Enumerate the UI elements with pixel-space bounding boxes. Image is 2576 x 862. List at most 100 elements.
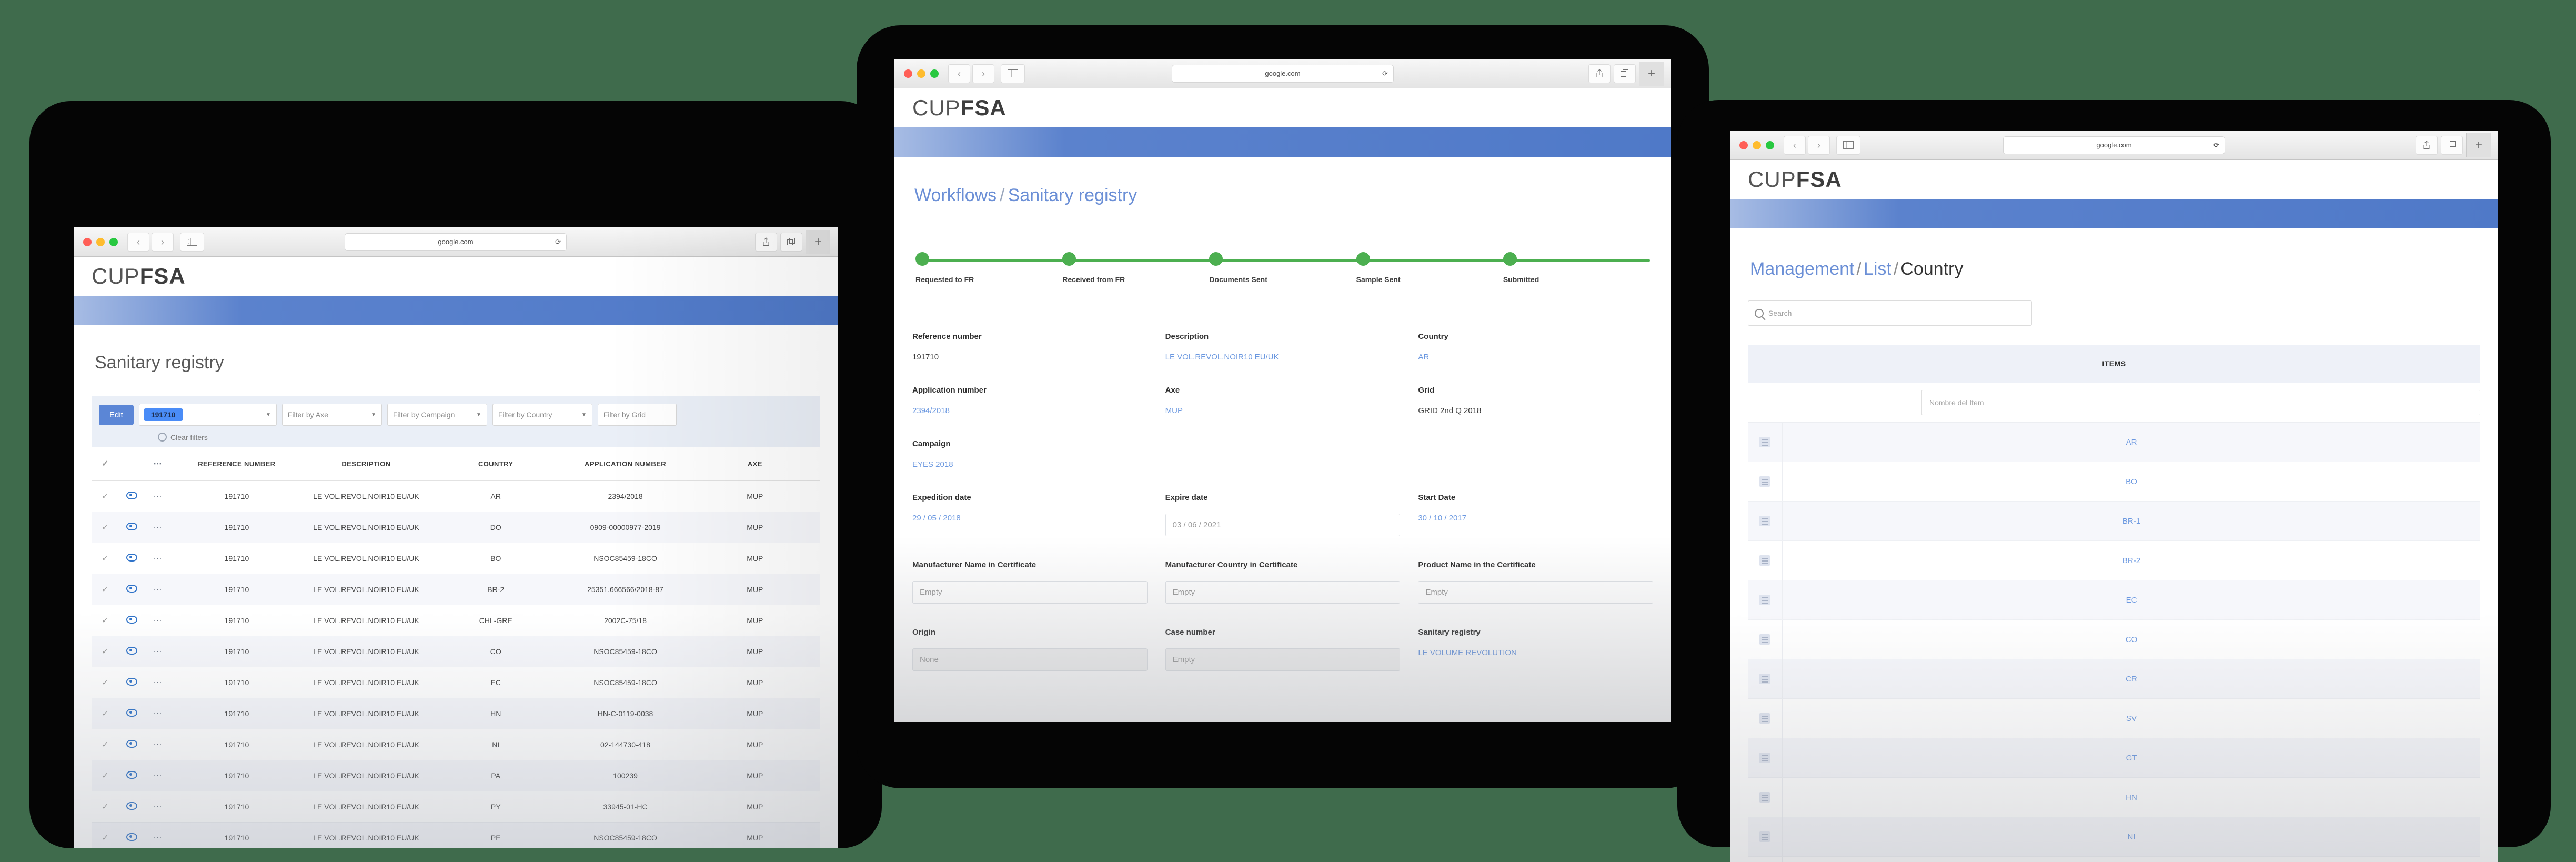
list-item[interactable]: GT (1748, 738, 2480, 778)
row-view-icon[interactable] (119, 636, 144, 667)
row-view-icon[interactable] (119, 605, 144, 636)
table-row[interactable]: ✓ ⋯ 191710 LE VOL.REVOL.NOIR10 EU/UK BO NSOC8… (92, 543, 820, 574)
field-value[interactable]: Empty (1165, 648, 1401, 671)
list-item-label[interactable]: BR-1 (1783, 517, 2480, 526)
maximize-window-icon[interactable] (1766, 141, 1774, 149)
brand-logo[interactable]: CUPFSA (912, 95, 1007, 121)
breadcrumb-workflows[interactable]: Workflows (914, 185, 997, 205)
workflow-step[interactable]: Documents Sent (1209, 252, 1356, 284)
filter-by-campaign[interactable]: Filter by Campaign ▼ (387, 404, 487, 426)
minimize-window-icon[interactable] (96, 237, 105, 246)
table-row[interactable]: ✓ ⋯ 191710 LE VOL.REVOL.NOIR10 EU/UK EC NSOC8… (92, 667, 820, 698)
header-select-icon[interactable]: ✓ (92, 447, 119, 481)
list-item-label[interactable]: CR (1783, 675, 2480, 684)
row-view-icon[interactable] (119, 698, 144, 729)
column-reference-number[interactable]: REFERENCE NUMBER (172, 447, 301, 481)
list-item-label[interactable]: BO (1783, 477, 2480, 486)
edit-button[interactable]: Edit (99, 404, 134, 425)
field-value[interactable]: Empty (912, 581, 1148, 604)
workflow-step[interactable]: Sample Sent (1356, 252, 1503, 284)
field-value[interactable]: 03 / 06 / 2021 (1165, 514, 1401, 536)
row-menu-icon[interactable]: ⋯ (144, 729, 172, 760)
list-item[interactable]: BO (1748, 462, 2480, 502)
row-select-checkbox[interactable]: ✓ (92, 543, 119, 574)
back-icon[interactable]: ‹ (948, 64, 970, 83)
maximize-window-icon[interactable] (109, 237, 118, 246)
breadcrumb-management[interactable]: Management (1750, 259, 1854, 279)
drag-handle-icon[interactable] (1759, 634, 1770, 645)
list-item[interactable]: SV (1748, 699, 2480, 738)
table-row[interactable]: ✓ ⋯ 191710 LE VOL.REVOL.NOIR10 EU/UK NI 02-14… (92, 729, 820, 760)
reload-icon[interactable]: ⟳ (1382, 69, 1388, 78)
row-view-icon[interactable] (119, 667, 144, 698)
drag-handle-icon[interactable] (1759, 792, 1770, 803)
header-actions[interactable]: ⋯ (144, 447, 172, 481)
table-row[interactable]: ✓ ⋯ 191710 LE VOL.REVOL.NOIR10 EU/UK HN HN-C-… (92, 698, 820, 729)
clear-filters-button[interactable]: Clear filters (158, 433, 812, 442)
field-value[interactable]: LE VOL.REVOL.NOIR10 EU/UK (1165, 353, 1401, 362)
maximize-window-icon[interactable] (930, 69, 939, 78)
minimize-window-icon[interactable] (1753, 141, 1761, 149)
list-item-label[interactable]: EC (1783, 596, 2480, 605)
close-window-icon[interactable] (83, 237, 92, 246)
field-value[interactable]: 2394/2018 (912, 406, 1148, 415)
drag-handle-icon[interactable] (1759, 831, 1770, 842)
tabs-overview-icon[interactable] (1614, 64, 1636, 83)
address-bar[interactable]: google.com ⟳ (345, 233, 567, 251)
list-item[interactable]: NI (1748, 817, 2480, 857)
window-traffic-lights[interactable] (904, 69, 939, 78)
drag-handle-cell[interactable] (1748, 753, 1782, 763)
row-menu-icon[interactable]: ⋯ (144, 543, 172, 574)
drag-handle-icon[interactable] (1759, 674, 1770, 684)
drag-handle-icon[interactable] (1759, 753, 1770, 763)
list-item-label[interactable]: AR (1783, 438, 2480, 447)
forward-icon[interactable]: › (1808, 135, 1830, 155)
list-item[interactable]: EC (1748, 580, 2480, 620)
field-value[interactable]: Empty (1165, 581, 1401, 604)
row-select-checkbox[interactable]: ✓ (92, 605, 119, 636)
filter-by-grid[interactable]: Filter by Grid (597, 404, 677, 426)
brand-logo[interactable]: CUPFSA (1748, 167, 1842, 192)
row-select-checkbox[interactable]: ✓ (92, 822, 119, 848)
selected-chip[interactable]: 191710 (143, 408, 183, 421)
field-value[interactable]: Empty (1418, 581, 1653, 604)
chevron-down-icon[interactable]: ▼ (371, 412, 376, 418)
list-item[interactable]: PA (1748, 857, 2480, 862)
row-select-checkbox[interactable]: ✓ (92, 574, 119, 605)
row-select-checkbox[interactable]: ✓ (92, 791, 119, 823)
new-tab-button[interactable]: + (2466, 133, 2491, 157)
drag-handle-icon[interactable] (1759, 555, 1770, 566)
list-item-label[interactable]: CO (1783, 635, 2480, 644)
row-menu-icon[interactable]: ⋯ (144, 698, 172, 729)
nav-buttons[interactable]: ‹ › (127, 232, 174, 252)
drag-handle-cell[interactable] (1748, 595, 1782, 605)
row-view-icon[interactable] (119, 543, 144, 574)
row-menu-icon[interactable]: ⋯ (144, 791, 172, 823)
navigation-bar-center[interactable] (894, 127, 1671, 157)
list-item[interactable]: AR (1748, 423, 2480, 462)
chevron-down-icon[interactable]: ▼ (266, 412, 271, 418)
row-menu-icon[interactable]: ⋯ (144, 512, 172, 543)
row-view-icon[interactable] (119, 512, 144, 543)
list-item[interactable]: CO (1748, 620, 2480, 659)
drag-handle-icon[interactable] (1759, 476, 1770, 487)
close-window-icon[interactable] (904, 69, 912, 78)
drag-handle-icon[interactable] (1759, 437, 1770, 447)
drag-handle-icon[interactable] (1759, 595, 1770, 605)
drag-handle-icon[interactable] (1759, 516, 1770, 526)
field-value[interactable]: LE VOLUME REVOLUTION (1418, 648, 1653, 657)
minimize-window-icon[interactable] (917, 69, 925, 78)
table-row[interactable]: ✓ ⋯ 191710 LE VOL.REVOL.NOIR10 EU/UK PY 33945… (92, 791, 820, 823)
close-window-icon[interactable] (1739, 141, 1748, 149)
chevron-down-icon[interactable]: ▼ (476, 412, 481, 418)
workflow-step[interactable]: Received from FR (1062, 252, 1209, 284)
table-row[interactable]: ✓ ⋯ 191710 LE VOL.REVOL.NOIR10 EU/UK CO NSOC8… (92, 636, 820, 667)
new-tab-button[interactable]: + (806, 229, 830, 254)
tabs-overview-icon[interactable] (2441, 135, 2463, 155)
sidebar-toggle-icon[interactable] (1836, 135, 1860, 155)
list-item[interactable]: BR-1 (1748, 502, 2480, 541)
drag-handle-cell[interactable] (1748, 674, 1782, 684)
breadcrumb-list[interactable]: List (1864, 259, 1891, 279)
table-row[interactable]: ✓ ⋯ 191710 LE VOL.REVOL.NOIR10 EU/UK PA 10023… (92, 760, 820, 791)
new-tab-button[interactable]: + (1639, 61, 1664, 86)
